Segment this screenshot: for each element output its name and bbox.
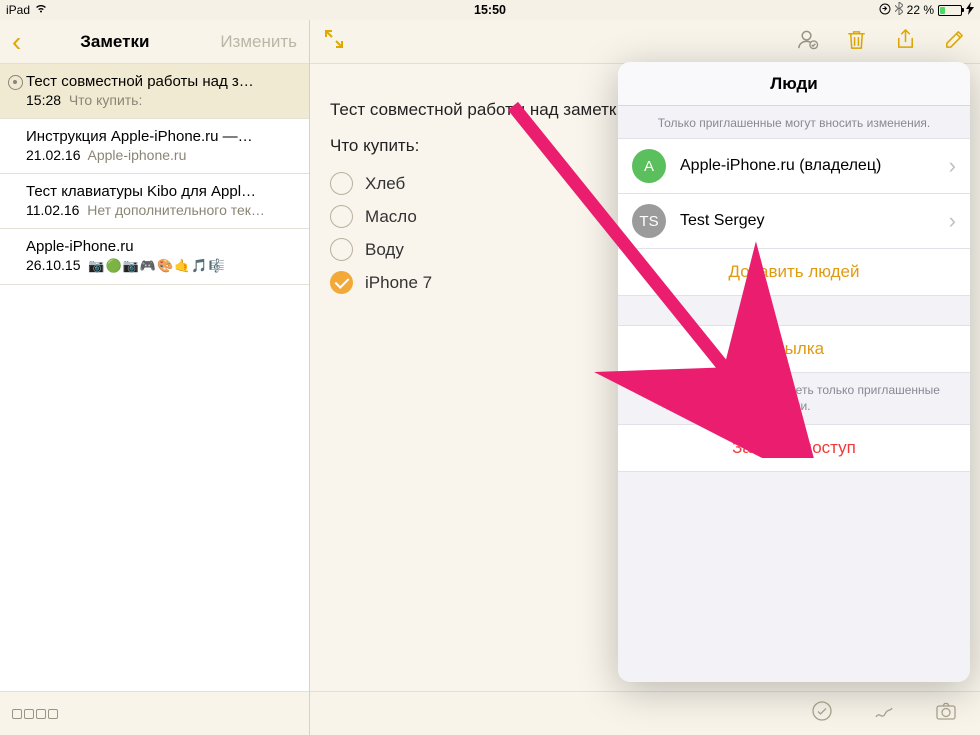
notes-list: Тест совместной работы над з… 15:28 Что … (0, 64, 309, 691)
avatar: TS (632, 204, 666, 238)
checkbox-icon[interactable] (330, 205, 353, 228)
battery-icon (938, 5, 962, 16)
note-title: Инструкция Apple-iPhone.ru —… (26, 128, 295, 145)
trash-button[interactable] (845, 28, 868, 56)
compose-button[interactable] (943, 28, 966, 56)
checklist-button[interactable] (810, 699, 834, 728)
sidebar-footer: 4 заметки (0, 691, 309, 735)
content-toolbar (310, 20, 980, 64)
share-button[interactable] (894, 28, 917, 56)
status-right: 22 % (879, 2, 974, 18)
note-title: Тест совместной работы над з… (26, 73, 295, 90)
bluetooth-icon (895, 2, 903, 18)
sidebar-header: ‹ Заметки Изменить (0, 20, 309, 64)
note-item[interactable]: Инструкция Apple-iPhone.ru —… 21.02.16 A… (0, 119, 309, 174)
checklist-label: Воду (365, 240, 404, 260)
attachments-grid-button[interactable] (12, 709, 58, 719)
device-label: iPad (6, 3, 30, 17)
chevron-right-icon: › (949, 208, 956, 234)
share-popover: Люди Только приглашенные могут вносить и… (618, 62, 970, 682)
sidebar-title: Заметки (9, 32, 220, 52)
popover-caption-mid: Доступ к заметке могут иметь только приг… (618, 372, 970, 424)
status-bar: iPad 15:50 22 % (0, 0, 980, 20)
sync-icon (879, 3, 891, 18)
note-subtitle: 26.10.15 📷🟢📷🎮🎨🤙🎵🎼 (26, 257, 295, 274)
add-people-button[interactable]: Добавить людей (618, 248, 970, 296)
popover-title: Люди (618, 62, 970, 106)
checkbox-icon[interactable] (330, 172, 353, 195)
popover-caption: Только приглашенные могут вносить измене… (618, 106, 970, 138)
person-row[interactable]: A Apple-iPhone.ru (владелец) › (618, 138, 970, 194)
note-subtitle: 21.02.16 Apple-iphone.ru (26, 147, 295, 163)
status-time: 15:50 (474, 3, 506, 17)
link-button[interactable]: Ссылка (618, 325, 970, 373)
note-title: Тест клавиатуры Kibo для Appl… (26, 183, 295, 200)
checkbox-icon[interactable] (330, 271, 353, 294)
camera-button[interactable] (934, 699, 958, 728)
sketch-button[interactable] (872, 699, 896, 728)
edit-button[interactable]: Изменить (220, 32, 297, 52)
person-name: Apple-iPhone.ru (владелец) (680, 157, 935, 175)
person-row[interactable]: TS Test Sergey › (618, 193, 970, 249)
checklist-label: iPhone 7 (365, 273, 432, 293)
notes-sidebar: ‹ Заметки Изменить Тест совместной работ… (0, 20, 310, 735)
checklist-label: Хлеб (365, 174, 405, 194)
note-subtitle: 11.02.16 Нет дополнительного тек… (26, 202, 295, 218)
wifi-icon (34, 3, 48, 17)
close-access-button[interactable]: Закрыть доступ (618, 424, 970, 472)
note-subtitle: 15:28 Что купить: (26, 92, 295, 108)
note-item[interactable]: Тест клавиатуры Kibo для Appl… 11.02.16 … (0, 174, 309, 229)
charging-icon (966, 2, 974, 18)
checklist-label: Масло (365, 207, 417, 227)
note-item[interactable]: Тест совместной работы над з… 15:28 Что … (0, 64, 309, 119)
person-name: Test Sergey (680, 212, 935, 230)
avatar: A (632, 149, 666, 183)
note-item[interactable]: Apple-iPhone.ru 26.10.15 📷🟢📷🎮🎨🤙🎵🎼 (0, 229, 309, 285)
expand-button[interactable] (324, 29, 344, 54)
note-title: Apple-iPhone.ru (26, 238, 295, 255)
status-left: iPad (6, 3, 48, 17)
checkbox-icon[interactable] (330, 238, 353, 261)
chevron-right-icon: › (949, 153, 956, 179)
collaborate-button[interactable] (796, 28, 819, 56)
content-footer (310, 691, 980, 735)
battery-percent: 22 % (907, 3, 934, 17)
